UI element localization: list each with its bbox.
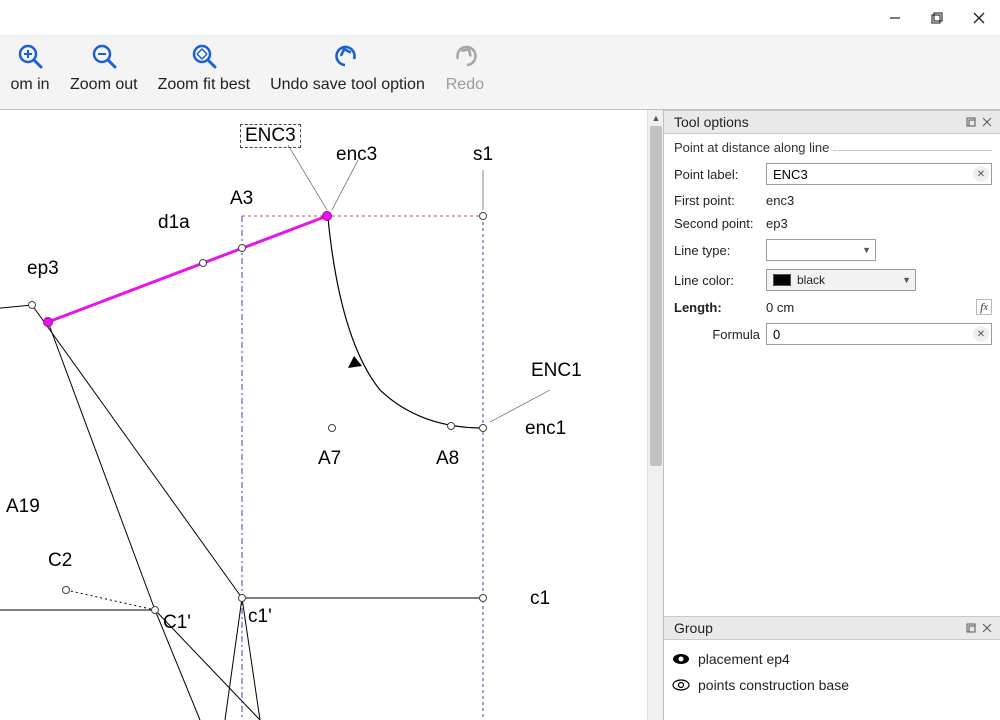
tool-options-title: Tool options — [674, 114, 749, 130]
window-maximize-button[interactable] — [916, 4, 958, 32]
window-close-button[interactable] — [958, 4, 1000, 32]
zoom-fit-icon — [190, 42, 218, 70]
zoom-out-icon — [90, 42, 118, 70]
line-type-combo[interactable]: ▼ — [766, 239, 876, 261]
zoom-fit-label: Zoom fit best — [158, 76, 250, 94]
group-panel-body: placement ep4 points construction base — [664, 640, 1000, 720]
group-panel-header[interactable]: Group — [664, 616, 1000, 640]
point-label-c1[interactable]: c1 — [530, 588, 550, 610]
length-lbl: Length: — [674, 300, 766, 315]
first-point-lbl: First point: — [674, 193, 766, 208]
window-titlebar — [0, 0, 1000, 36]
eye-outline-icon[interactable] — [672, 679, 690, 691]
maximize-icon — [931, 12, 943, 24]
point-label-A8[interactable]: A8 — [436, 448, 459, 470]
formula-fx-button[interactable]: fx — [976, 299, 992, 315]
drawing-svg — [0, 110, 648, 720]
undo-button[interactable]: Undo save tool option — [260, 42, 435, 94]
point-label-enc1[interactable]: enc1 — [525, 418, 566, 440]
panel-float-icon[interactable] — [964, 621, 978, 635]
point-label-ENC1[interactable]: ENC1 — [531, 360, 582, 382]
point-label-ENC3[interactable]: ENC3 — [240, 124, 301, 148]
eye-icon[interactable] — [672, 653, 690, 665]
group-item[interactable]: points construction base — [672, 672, 992, 698]
zoom-out-label: Zoom out — [70, 76, 138, 94]
minimize-icon — [889, 12, 901, 24]
panel-close-icon[interactable] — [980, 621, 994, 635]
second-point-val: ep3 — [766, 216, 788, 231]
group-item-label: points construction base — [698, 677, 849, 693]
tool-options-body: Point at distance along line Point label… — [664, 134, 1000, 616]
tool-options-legend: Point at distance along line — [674, 140, 833, 161]
close-icon — [973, 12, 985, 24]
redo-label: Redo — [446, 76, 484, 94]
right-pane: Tool options Point at distance along lin… — [664, 110, 1000, 720]
point-label-s1[interactable]: s1 — [473, 144, 493, 166]
chevron-down-icon: ▼ — [902, 275, 911, 285]
line-color-combo[interactable]: black ▼ — [766, 269, 916, 291]
point-label-ep3[interactable]: ep3 — [27, 258, 59, 280]
zoom-in-label: om in — [10, 76, 49, 94]
point-label-lbl: Point label: — [674, 167, 766, 182]
window-minimize-button[interactable] — [874, 4, 916, 32]
group-item-label: placement ep4 — [698, 651, 790, 667]
first-point-val: enc3 — [766, 193, 794, 208]
point-label-C1p[interactable]: C1' — [163, 612, 191, 634]
color-swatch — [773, 274, 791, 286]
line-color-lbl: Line color: — [674, 273, 766, 288]
line-type-lbl: Line type: — [674, 243, 766, 258]
group-item[interactable]: placement ep4 — [672, 646, 992, 672]
zoom-in-icon — [16, 42, 44, 70]
point-label-C2[interactable]: C2 — [48, 550, 72, 572]
point-label-d1a[interactable]: d1a — [158, 212, 190, 234]
formula-lbl: Formula — [674, 327, 766, 342]
redo-button[interactable]: Redo — [435, 42, 495, 94]
chevron-down-icon: ▼ — [862, 245, 871, 255]
zoom-out-button[interactable]: Zoom out — [60, 42, 148, 94]
content-area: ENC3 enc3 s1 A3 d1a ep3 A19 C2 C1' c1' A… — [0, 110, 1000, 720]
line-color-val: black — [797, 273, 825, 287]
clear-icon[interactable]: ✕ — [973, 166, 989, 182]
toolbar: om in Zoom out Zoom fit best Undo save t… — [0, 36, 1000, 110]
drawing-canvas[interactable]: ENC3 enc3 s1 A3 d1a ep3 A19 C2 C1' c1' A… — [0, 110, 664, 720]
redo-icon — [451, 42, 479, 70]
panel-float-icon[interactable] — [964, 115, 978, 129]
zoom-in-button[interactable]: om in — [0, 42, 60, 94]
panel-close-icon[interactable] — [980, 115, 994, 129]
undo-label: Undo save tool option — [270, 76, 425, 94]
scroll-thumb[interactable] — [650, 126, 662, 466]
clear-icon[interactable]: ✕ — [973, 326, 989, 342]
undo-icon — [333, 42, 361, 70]
point-label-c1p[interactable]: c1' — [248, 606, 272, 628]
tool-options-header[interactable]: Tool options — [664, 110, 1000, 134]
point-label-A19[interactable]: A19 — [6, 496, 40, 518]
point-label-A3[interactable]: A3 — [230, 188, 253, 210]
scroll-up-icon[interactable]: ▲ — [648, 110, 664, 126]
formula-input[interactable] — [766, 323, 992, 345]
group-panel-title: Group — [674, 620, 713, 636]
point-label-input[interactable] — [766, 163, 992, 185]
zoom-fit-button[interactable]: Zoom fit best — [148, 42, 260, 94]
point-label-enc3[interactable]: enc3 — [336, 144, 377, 166]
canvas-vertical-scrollbar[interactable]: ▲ — [647, 110, 663, 720]
second-point-lbl: Second point: — [674, 216, 766, 231]
length-val: 0 cm — [766, 300, 970, 315]
point-label-A7[interactable]: A7 — [318, 448, 341, 470]
